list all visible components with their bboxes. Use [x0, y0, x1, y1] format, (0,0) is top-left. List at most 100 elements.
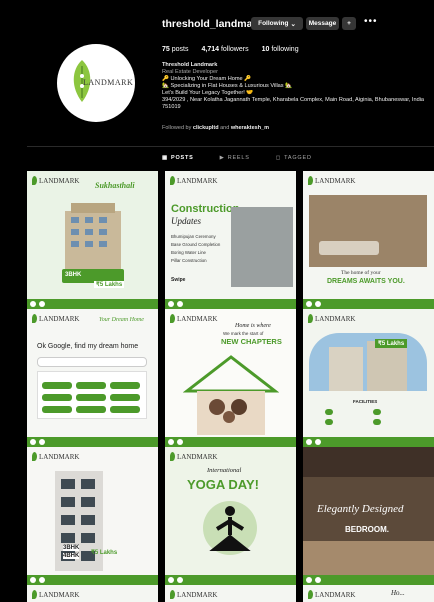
- bio-line: 🏡 Specializing in Flat Houses & Luxuriou…: [162, 83, 293, 89]
- web-icon: [315, 301, 321, 307]
- brand-logo: LANDMARK: [32, 176, 79, 185]
- web-icon: [39, 577, 45, 583]
- post-tile[interactable]: LANDMARK ₹5 Lakhs FACILITIES: [303, 309, 434, 447]
- followed-by[interactable]: Followed by clickupltd and wheraktesh_m: [162, 125, 269, 131]
- list-item: Pillar Construction: [171, 258, 207, 263]
- phone-icon: [30, 301, 36, 307]
- facility-icon: [325, 409, 333, 415]
- profile-stats: 75 posts 4,714 followers 10 following: [162, 46, 299, 53]
- leaf-icon: [170, 176, 175, 185]
- post-headline: YOGA DAY!: [187, 477, 259, 492]
- brand-text: LANDMARK: [177, 452, 218, 461]
- facility-icon: [325, 419, 333, 425]
- post-tile[interactable]: LANDMARK 3BHK 4BHK ₹5 Lakhs: [27, 447, 158, 585]
- post-script: Elegantly Designed: [317, 503, 404, 515]
- brand-text: LANDMARK: [177, 590, 218, 599]
- brand-logo: LANDMARK: [32, 590, 79, 599]
- sofa-illustration: [319, 241, 379, 255]
- followers-stat[interactable]: 4,714 followers: [201, 46, 248, 53]
- leaf-icon: [170, 590, 175, 599]
- following-label: Following: [258, 20, 289, 27]
- caption-headline: DREAMS AWAITS YOU.: [327, 278, 405, 285]
- leaf-icon: [308, 590, 313, 599]
- tab-posts-label: POSTS: [171, 155, 194, 161]
- brand-text: LANDMARK: [177, 314, 218, 323]
- tab-reels-label: REELS: [227, 155, 250, 161]
- profile-bio: Threshold Landmark Real Estate Developer…: [162, 62, 427, 111]
- username: threshold_landmark: [162, 18, 263, 30]
- tab-reels[interactable]: ▶ REELS: [220, 155, 250, 161]
- tab-posts[interactable]: ▦ POSTS: [162, 155, 194, 161]
- post-tile[interactable]: LANDMARK The home of your DREAMS AWAITS …: [303, 171, 434, 309]
- bio-address: 394/2029 , Near Kolatha Jagannath Temple…: [162, 97, 425, 110]
- brand-logo: LANDMARK: [308, 176, 355, 185]
- message-label: Message: [308, 20, 337, 27]
- brand-text: LANDMARK: [39, 452, 80, 461]
- filter-chip: [110, 394, 140, 401]
- post-tile[interactable]: LANDMARK Sukhasthali 3BHK ₹5 Lakhs: [27, 171, 158, 309]
- posts-stat[interactable]: 75 posts: [162, 46, 188, 53]
- post-subtitle: Updates: [171, 216, 201, 226]
- profile-tabs: ▦ POSTS ▶ REELS ◻ TAGGED: [162, 155, 312, 161]
- phone-icon: [168, 577, 174, 583]
- construction-photo: [231, 207, 293, 287]
- followed-by-user-1: clickupltd: [192, 125, 219, 131]
- web-icon: [177, 301, 183, 307]
- bio-line: 🔑 Unlocking Your Dream Home 🔑: [162, 76, 252, 82]
- post-footer: [303, 437, 434, 447]
- leaf-icon: [32, 452, 37, 461]
- filter-chip: [76, 406, 106, 413]
- post-line: Home is where: [235, 323, 271, 329]
- leaf-icon: [308, 314, 313, 323]
- post-footer: [165, 299, 296, 309]
- posts-grid: LANDMARK Sukhasthali 3BHK ₹5 Lakhs LANDM…: [27, 171, 434, 602]
- post-tile[interactable]: LANDMARK International YOGA DAY!: [165, 447, 296, 585]
- search-headline: Ok Google, find my dream home: [37, 343, 139, 350]
- post-tile[interactable]: LANDMARK: [27, 585, 158, 602]
- post-footer: [165, 437, 296, 447]
- tab-tagged[interactable]: ◻ TAGGED: [276, 155, 312, 161]
- post-script: International: [207, 467, 242, 474]
- post-footer: [27, 299, 158, 309]
- bed-photo: [303, 541, 434, 575]
- brand-logo: LANDMARK: [170, 590, 217, 599]
- following-stat[interactable]: 10 following: [262, 46, 299, 53]
- phone-icon: [306, 577, 312, 583]
- post-tile[interactable]: LANDMARK Your Dream Home Ok Google, find…: [27, 309, 158, 447]
- phone-icon: [306, 439, 312, 445]
- profile-avatar[interactable]: LANDMARK: [57, 44, 135, 122]
- list-item: Base Ground Completion: [171, 242, 221, 247]
- post-tile[interactable]: LANDMARK Home is where We mark the start…: [165, 309, 296, 447]
- phone-icon: [168, 301, 174, 307]
- brand-text: LANDMARK: [315, 590, 356, 599]
- brand-logo: LANDMARK: [308, 590, 355, 599]
- more-options-icon[interactable]: •••: [364, 16, 378, 27]
- post-script: Your Dream Home: [99, 317, 144, 323]
- facility-icon: [373, 409, 381, 415]
- bhk-label: 3BHK: [63, 545, 80, 551]
- post-tile[interactable]: LANDMARK Construction Updates Bhumipujan…: [165, 171, 296, 309]
- category: Real Estate Developer: [162, 69, 218, 75]
- brand-text: LANDMARK: [177, 176, 218, 185]
- filter-chip: [76, 394, 106, 401]
- post-footer: [27, 437, 158, 447]
- following-count-label: following: [271, 46, 299, 53]
- post-script: Ho...: [391, 589, 405, 597]
- avatar-brand-text: LANDMARK: [83, 78, 134, 87]
- bio-line: Let's Build Your Legacy Together! 🤝: [162, 90, 254, 96]
- message-button[interactable]: Message: [306, 17, 339, 30]
- filter-chip: [42, 394, 72, 401]
- add-user-icon: +: [347, 20, 351, 27]
- profile-header: LANDMARK threshold_landmark Following ⌄ …: [0, 0, 434, 145]
- post-tile[interactable]: LANDMARK: [165, 585, 296, 602]
- web-icon: [39, 301, 45, 307]
- following-button[interactable]: Following ⌄: [251, 17, 303, 30]
- post-tile[interactable]: LANDMARK Ho...: [303, 585, 434, 602]
- web-icon: [177, 577, 183, 583]
- post-tile[interactable]: LANDMARK Elegantly Designed BEDROOM.: [303, 447, 434, 585]
- house-family-illustration: [183, 355, 279, 435]
- brand-text: LANDMARK: [315, 314, 356, 323]
- add-user-button[interactable]: +: [342, 17, 356, 30]
- caption-line: The home of your: [341, 270, 381, 276]
- facilities-label: FACILITIES: [353, 399, 378, 404]
